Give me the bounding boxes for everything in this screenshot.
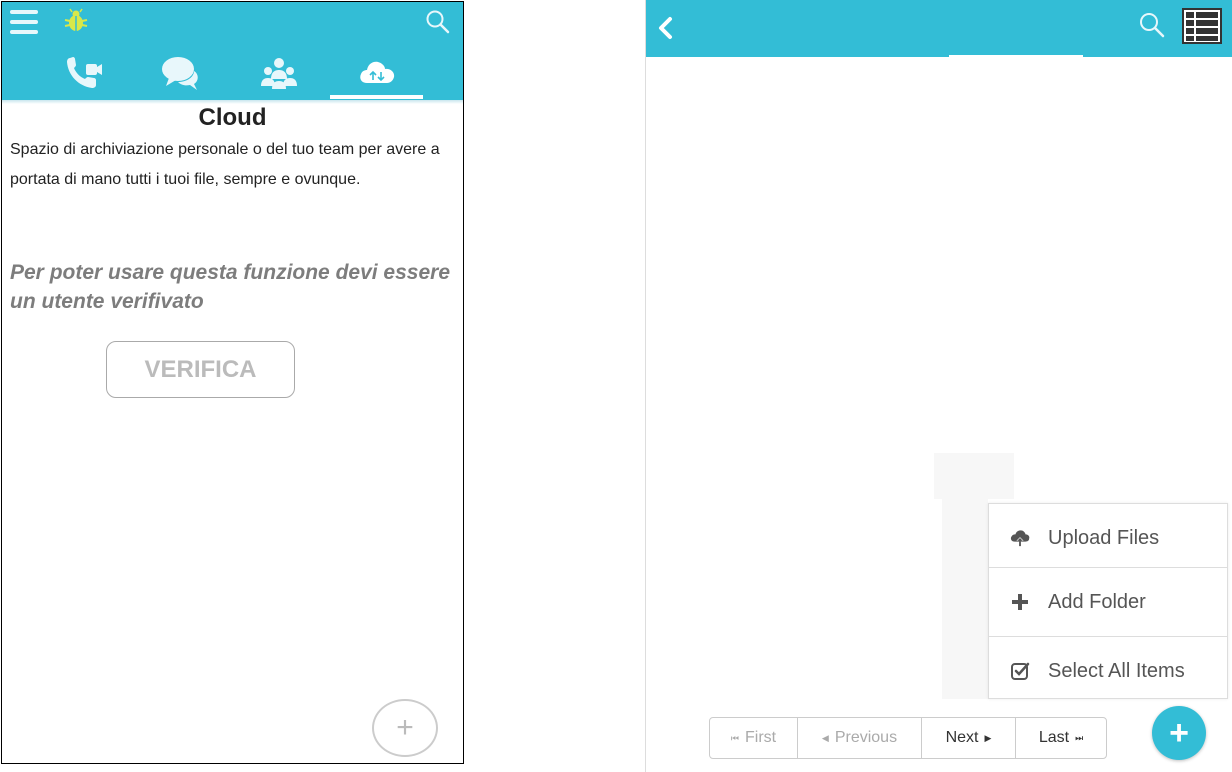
ghost-overlay [934,453,1014,499]
tab-chat[interactable] [134,48,228,98]
verification-message: Per poter usare questa funzione devi ess… [10,261,450,313]
add-fab-button[interactable]: + [1152,706,1206,760]
left-panel: Cloud Spazio di archiviazione personale … [1,1,464,764]
menu-item-add-folder[interactable]: Add Folder [989,568,1227,636]
first-page-icon: ⏮ [730,732,739,743]
group-icon [261,58,297,89]
search-icon[interactable] [425,9,451,35]
pagination-label: First [745,729,777,746]
previous-page-icon: ◀ [821,732,829,743]
app-header [646,0,1232,58]
pagination-last-button[interactable]: Last ⏭ [1016,718,1106,758]
pagination-label: Previous [834,729,898,746]
chat-icon [162,57,198,90]
verify-button[interactable]: VERIFICA [106,341,295,398]
active-tab-indicator [949,55,1083,58]
plus-icon [1012,594,1028,610]
cloud-sync-icon [360,61,395,83]
next-page-icon: ▶ [984,732,992,743]
tab-video-calls[interactable] [37,48,131,98]
menu-item-label: Select All Items [1048,659,1185,682]
bug-icon[interactable] [63,8,89,34]
pagination: ⏮ First ◀ Previous Next ▶ Last ⏭ [709,717,1107,759]
checkbox-icon [1011,662,1030,680]
back-arrow-icon[interactable] [655,14,677,42]
menu-item-upload-files[interactable]: Upload Files [989,504,1227,572]
tab-groups[interactable] [232,48,326,98]
tab-cloud[interactable] [330,48,424,98]
menu-item-label: Upload Files [1048,526,1160,549]
pagination-next-button[interactable]: Next ▶ [922,718,1016,758]
search-icon[interactable] [1138,11,1166,39]
pagination-first-button[interactable]: ⏮ First [710,718,798,758]
ghost-overlay [942,499,988,699]
last-page-icon: ⏭ [1075,732,1084,743]
pagination-previous-button[interactable]: ◀ Previous [798,718,922,758]
add-actions-menu: Upload Files Add Folder Select All Items [988,503,1228,699]
hamburger-menu-icon[interactable] [10,10,38,36]
active-tab-indicator [330,95,423,99]
video-call-icon [67,57,102,88]
cloud-description: Spazio di archiviazione personale o del … [10,141,440,188]
pagination-label: Next [945,729,979,746]
app-header [2,2,463,100]
cloud-upload-icon [1010,530,1030,547]
right-panel: Upload Files Add Folder Select All Items [645,0,1232,772]
menu-item-label: Add Folder [1048,590,1146,613]
menu-item-select-all[interactable]: Select All Items [989,637,1227,705]
add-fab-button[interactable]: + [372,699,438,757]
page-title: Cloud [198,104,267,131]
list-view-icon[interactable] [1182,8,1222,44]
pagination-label: Last [1038,729,1070,746]
